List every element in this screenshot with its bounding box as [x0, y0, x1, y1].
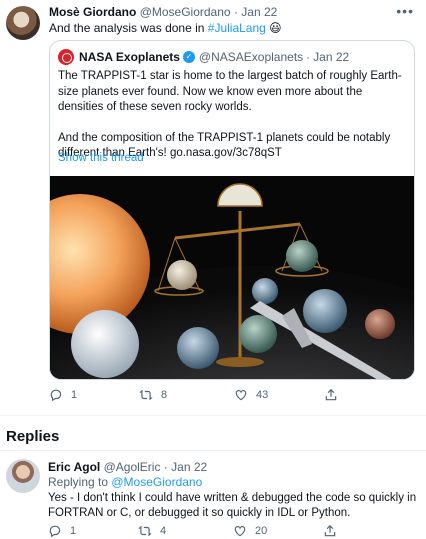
retweet-count: 4 [160, 525, 167, 537]
quote-date: Jan 22 [313, 50, 350, 64]
quote-author-name: NASA Exoplanets [79, 50, 180, 64]
avatar[interactable] [6, 6, 40, 40]
reply-icon [50, 389, 62, 402]
verified-icon: ✓ [182, 51, 195, 63]
replying-to-label: Replying to [48, 475, 112, 489]
reply-tweet[interactable]: Eric Agol @AgolEric · Jan 22 Replying to… [0, 455, 426, 539]
replying-to-handle[interactable]: @MoseGiordano [111, 475, 202, 489]
retweet-icon [138, 525, 152, 537]
author-name[interactable]: Mosè Giordano [49, 5, 136, 19]
retweet-icon [139, 389, 153, 401]
reply-actions: 1 4 20 [48, 524, 408, 538]
author-handle[interactable]: @MoseGiordano [140, 5, 231, 19]
reply-button[interactable]: 1 [49, 388, 77, 402]
like-button[interactable]: 20 [233, 524, 267, 538]
quoted-tweet[interactable]: NASA Exoplanets ✓ @NASAExoplanets · Jan … [49, 40, 415, 380]
tweet-actions: 1 8 43 [49, 388, 409, 404]
like-button[interactable]: 43 [234, 388, 268, 402]
separator: · [233, 5, 238, 19]
quote-paragraph-1: The TRAPPIST-1 star is home to the large… [58, 70, 402, 113]
more-dots-icon[interactable]: ••• [396, 3, 414, 19]
like-count: 43 [256, 389, 269, 401]
nasa-avatar [58, 49, 74, 65]
share-icon [324, 524, 336, 537]
reply-header: Eric Agol @AgolEric · Jan 22 [48, 460, 207, 474]
show-thread-link[interactable]: Show this thread [58, 152, 144, 164]
share-button[interactable] [324, 388, 346, 402]
like-count: 20 [255, 525, 268, 537]
retweet-button[interactable]: 4 [138, 524, 166, 538]
reply-count: 1 [71, 389, 78, 401]
tweet-header: Mosè Giordano @MoseGiordano · Jan 22 [49, 5, 277, 19]
retweet-button[interactable]: 8 [139, 388, 167, 402]
reply-icon [49, 525, 61, 538]
replying-to: Replying to @MoseGiordano [48, 475, 202, 489]
reply-author-handle[interactable]: @AgolEric [104, 460, 161, 474]
share-icon [325, 388, 337, 401]
quote-header: NASA Exoplanets ✓ @NASAExoplanets · Jan … [58, 49, 349, 65]
reply-text: Yes - I don't think I could have written… [48, 492, 417, 519]
hashtag-link[interactable]: #JuliaLang [208, 21, 266, 35]
share-button[interactable] [323, 524, 345, 538]
separator: · [163, 460, 168, 474]
heart-icon [235, 390, 247, 401]
replies-heading: Replies [6, 428, 60, 445]
quote-image[interactable] [50, 176, 414, 379]
separator: · [306, 50, 311, 64]
trappist-illustration [50, 176, 414, 379]
emoji: 😃 [269, 21, 282, 35]
reply-author-name[interactable]: Eric Agol [48, 460, 100, 474]
divider [0, 415, 426, 416]
tweet-date[interactable]: Jan 22 [241, 5, 277, 19]
avatar[interactable] [6, 459, 40, 493]
reply-button[interactable]: 1 [48, 524, 76, 538]
divider [0, 450, 426, 451]
retweet-count: 8 [161, 389, 168, 401]
tweet-text: And the analysis was done in #JuliaLang … [49, 21, 282, 35]
main-tweet[interactable]: Mosè Giordano @MoseGiordano · Jan 22 •••… [0, 0, 426, 415]
heart-icon [234, 526, 246, 537]
reply-count: 1 [70, 525, 77, 537]
quote-author-handle: @NASAExoplanets [198, 50, 304, 64]
reply-date[interactable]: Jan 22 [171, 460, 207, 474]
tweet-text-prefix: And the analysis was done in [49, 21, 208, 35]
